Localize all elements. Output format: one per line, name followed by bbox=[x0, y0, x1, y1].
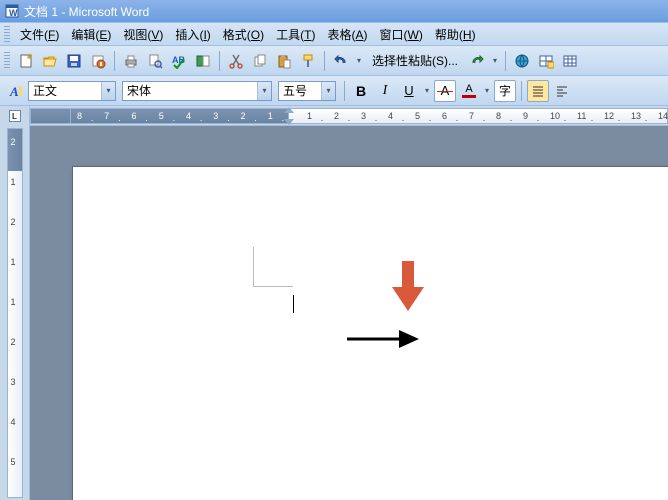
chevron-down-icon: ▾ bbox=[321, 82, 335, 100]
font-color-button[interactable]: A bbox=[458, 80, 480, 102]
char-shading-button[interactable]: 字 bbox=[494, 80, 516, 102]
toolbar-grip[interactable] bbox=[4, 52, 10, 70]
title-bar: W 文档 1 - Microsoft Word bbox=[0, 0, 668, 22]
chevron-down-icon: ▾ bbox=[485, 86, 489, 95]
paste-special-button[interactable]: 选择性粘贴(S)... bbox=[365, 50, 465, 72]
menu-help[interactable]: 帮助(H) bbox=[429, 24, 482, 45]
menu-insert[interactable]: 插入(I) bbox=[169, 24, 216, 45]
insert-table-button[interactable] bbox=[559, 50, 581, 72]
strikethrough-button[interactable]: A bbox=[434, 80, 456, 102]
align-left-button[interactable] bbox=[551, 80, 573, 102]
separator bbox=[521, 81, 522, 101]
app-icon: W bbox=[4, 3, 20, 19]
menu-file[interactable]: 文件(F) bbox=[14, 24, 65, 45]
open-button[interactable] bbox=[39, 50, 61, 72]
align-distributed-button[interactable] bbox=[527, 80, 549, 102]
menu-edit[interactable]: 编辑(E) bbox=[65, 24, 117, 45]
hyperlink-button[interactable] bbox=[511, 50, 533, 72]
ruler-area: L 8·7·6·5·4·3·2·1· 1·2·3·4·5·6·7·8·9·10·… bbox=[0, 106, 668, 126]
format-painter-button[interactable] bbox=[297, 50, 319, 72]
undo-button[interactable] bbox=[330, 50, 352, 72]
down-arrow-annotation bbox=[388, 257, 428, 317]
separator bbox=[219, 51, 220, 71]
style-value: 正文 bbox=[29, 82, 101, 100]
menu-format[interactable]: 格式(O) bbox=[217, 24, 270, 45]
svg-text:W: W bbox=[9, 8, 18, 18]
vertical-ruler-wrap: 212112345 bbox=[0, 126, 30, 500]
undo-dropdown[interactable]: ▾ bbox=[354, 50, 364, 72]
right-arrow-annotation bbox=[343, 327, 423, 351]
menu-table[interactable]: 表格(A) bbox=[322, 24, 374, 45]
formatting-toolbar: A 正文 ▾ 宋体 ▾ 五号 ▾ B I U ▾ A A ▾ 字 bbox=[0, 76, 668, 106]
standard-toolbar: AB ▾ 选择性粘贴(S)... ▾ bbox=[0, 46, 668, 76]
redo-button[interactable] bbox=[466, 50, 488, 72]
underline-button[interactable]: U bbox=[398, 80, 420, 102]
text-cursor bbox=[293, 295, 294, 313]
menu-bar: 文件(F) 编辑(E) 视图(V) 插入(I) 格式(O) 工具(T) 表格(A… bbox=[0, 22, 668, 46]
chevron-down-icon: ▾ bbox=[425, 86, 429, 95]
document-background bbox=[30, 126, 668, 500]
chevron-down-icon: ▾ bbox=[493, 56, 497, 65]
margin-corner-mark bbox=[253, 247, 293, 287]
italic-button[interactable]: I bbox=[374, 80, 396, 102]
toolbar-grip[interactable] bbox=[4, 26, 10, 42]
document-page[interactable] bbox=[72, 166, 668, 500]
separator bbox=[324, 51, 325, 71]
copy-button[interactable] bbox=[249, 50, 271, 72]
separator bbox=[344, 81, 345, 101]
tables-borders-button[interactable] bbox=[535, 50, 557, 72]
menu-window[interactable]: 窗口(W) bbox=[374, 24, 429, 45]
font-color-dropdown[interactable]: ▾ bbox=[482, 80, 492, 102]
tab-selector[interactable]: L bbox=[0, 106, 30, 126]
bold-button[interactable]: B bbox=[350, 80, 372, 102]
print-preview-button[interactable] bbox=[144, 50, 166, 72]
underline-dropdown[interactable]: ▾ bbox=[422, 80, 432, 102]
size-value: 五号 bbox=[279, 82, 321, 100]
style-select[interactable]: 正文 ▾ bbox=[28, 81, 116, 101]
document-region: 212112345 bbox=[0, 126, 668, 500]
styles-formatting-button[interactable]: A bbox=[5, 80, 27, 102]
separator bbox=[114, 51, 115, 71]
research-button[interactable] bbox=[192, 50, 214, 72]
save-button[interactable] bbox=[63, 50, 85, 72]
window-title: 文档 1 - Microsoft Word bbox=[24, 3, 149, 20]
chevron-down-icon: ▾ bbox=[101, 82, 115, 100]
spellcheck-button[interactable]: AB bbox=[168, 50, 190, 72]
chevron-down-icon: ▾ bbox=[357, 56, 361, 65]
menu-view[interactable]: 视图(V) bbox=[117, 24, 169, 45]
font-size-select[interactable]: 五号 ▾ bbox=[278, 81, 336, 101]
new-button[interactable] bbox=[15, 50, 37, 72]
paste-button[interactable] bbox=[273, 50, 295, 72]
font-value: 宋体 bbox=[123, 82, 257, 100]
separator bbox=[505, 51, 506, 71]
menu-tools[interactable]: 工具(T) bbox=[270, 24, 321, 45]
redo-dropdown[interactable]: ▾ bbox=[490, 50, 500, 72]
chevron-down-icon: ▾ bbox=[257, 82, 271, 100]
print-button[interactable] bbox=[120, 50, 142, 72]
vertical-ruler[interactable]: 212112345 bbox=[7, 128, 23, 498]
tab-stop-icon: L bbox=[12, 112, 17, 121]
horizontal-ruler[interactable]: 8·7·6·5·4·3·2·1· 1·2·3·4·5·6·7·8·9·10·11… bbox=[30, 108, 668, 124]
permissions-button[interactable] bbox=[87, 50, 109, 72]
font-select[interactable]: 宋体 ▾ bbox=[122, 81, 272, 101]
svg-text:A: A bbox=[9, 84, 19, 99]
cut-button[interactable] bbox=[225, 50, 247, 72]
